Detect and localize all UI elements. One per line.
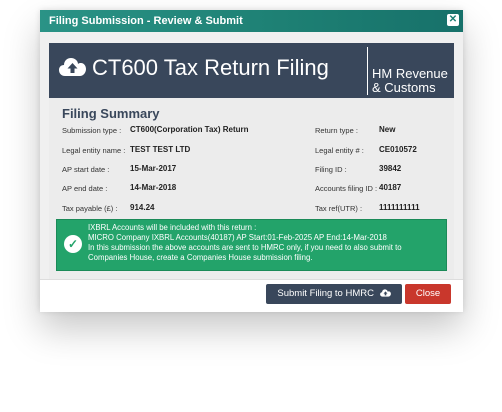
tax-return-banner: CT600 Tax Return Filing HM Revenue & Cus… xyxy=(49,43,454,98)
ap-end-date-value: 14-Mar-2018 xyxy=(130,183,177,192)
tax-payable-label: Tax payable (£) : xyxy=(62,204,118,213)
filing-content-panel: CT600 Tax Return Filing HM Revenue & Cus… xyxy=(49,43,454,279)
close-button[interactable]: Close xyxy=(405,284,451,304)
cloud-upload-icon xyxy=(59,58,86,76)
dialog-body: CT600 Tax Return Filing HM Revenue & Cus… xyxy=(40,32,463,279)
filing-submission-dialog: Filing Submission - Review & Submit ✕ CT… xyxy=(40,10,463,312)
legal-entity-name-value: TEST TEST LTD xyxy=(130,145,191,154)
accounts-filing-id-value: 40187 xyxy=(379,183,402,192)
return-type-label: Return type : xyxy=(315,126,358,135)
filing-id-value: 39842 xyxy=(379,164,402,173)
hmrc-line-1: HM Revenue xyxy=(372,66,448,81)
hmrc-logo-text: HM Revenue & Customs xyxy=(372,67,448,95)
filing-id-label: Filing ID : xyxy=(315,165,347,174)
ap-start-date-label: AP start date : xyxy=(62,165,110,174)
submit-filing-label: Submit Filing to HMRC xyxy=(277,288,374,299)
notice-text: IXBRL Accounts will be included with thi… xyxy=(88,223,443,263)
tax-ref-utr-label: Tax ref(UTR) : xyxy=(315,204,363,213)
notice-line-3: In this submission the above accounts ar… xyxy=(88,243,402,262)
legal-entity-number-value: CE010572 xyxy=(379,145,417,154)
notice-line-2: MICRO Company IXBRL Accounts(40187) AP S… xyxy=(88,233,387,242)
submission-type-label: Submission type : xyxy=(62,126,122,135)
ap-start-date-value: 15-Mar-2017 xyxy=(130,164,177,173)
banner-divider xyxy=(367,47,368,95)
accounts-filing-id-label: Accounts filing ID : xyxy=(315,184,378,193)
banner-heading: CT600 Tax Return Filing xyxy=(92,55,329,80)
return-type-value: New xyxy=(379,125,396,134)
legal-entity-name-label: Legal entity name : xyxy=(62,146,126,155)
submission-type-value: CT600(Corporation Tax) Return xyxy=(130,125,249,134)
notice-line-1: IXBRL Accounts will be included with thi… xyxy=(88,223,257,232)
dialog-footer: Submit Filing to HMRC Close xyxy=(40,279,463,312)
hmrc-line-2: & Customs xyxy=(372,80,436,95)
filing-summary-title: Filing Summary xyxy=(62,106,160,121)
tax-payable-value: 914.24 xyxy=(130,203,155,212)
ap-end-date-label: AP end date : xyxy=(62,184,108,193)
dialog-titlebar: Filing Submission - Review & Submit ✕ xyxy=(40,10,463,32)
check-circle-icon: ✓ xyxy=(64,235,82,253)
tax-ref-utr-value: 1111111111 xyxy=(379,203,420,212)
dialog-title: Filing Submission - Review & Submit xyxy=(49,15,243,27)
submit-filing-button[interactable]: Submit Filing to HMRC xyxy=(266,284,402,304)
legal-entity-number-label: Legal entity # : xyxy=(315,146,364,155)
cloud-upload-icon xyxy=(379,289,391,297)
close-icon[interactable]: ✕ xyxy=(447,14,459,26)
ixbrl-accounts-notice: ✓ IXBRL Accounts will be included with t… xyxy=(56,219,447,271)
